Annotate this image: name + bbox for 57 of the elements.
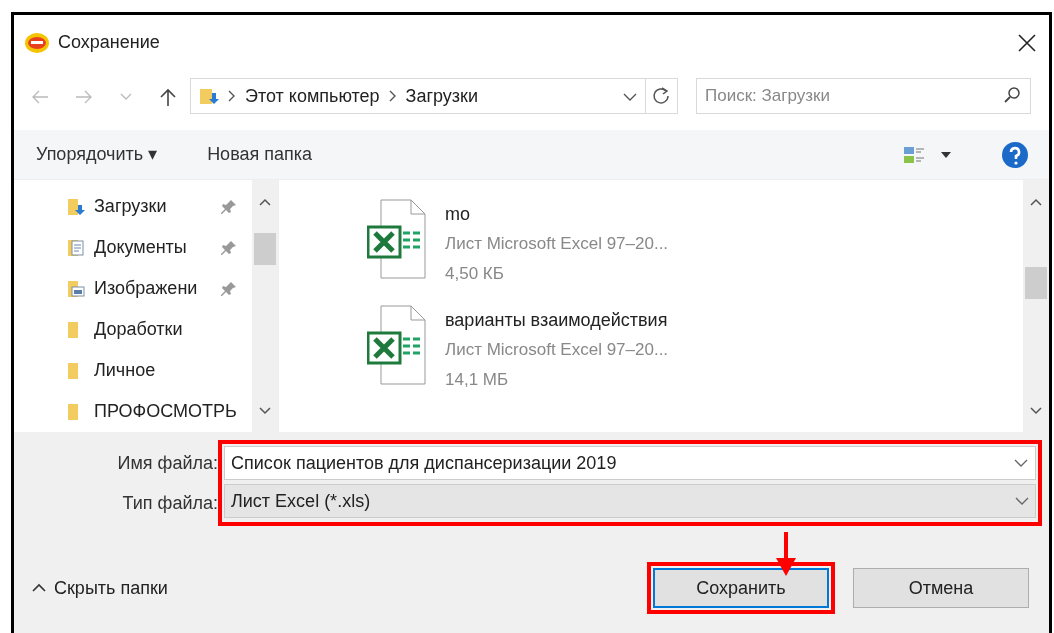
chevron-up-icon: [1030, 198, 1042, 207]
chevron-right-icon: [227, 89, 237, 103]
chevron-down-icon: [622, 91, 637, 102]
breadcrumb-item[interactable]: Загрузки: [405, 82, 479, 110]
chevron-right-icon: [387, 89, 398, 103]
spreadsheet-file-icon: [367, 199, 427, 279]
folder-icon: [68, 403, 78, 420]
help-button[interactable]: [1001, 140, 1029, 169]
chevron-up-icon: [259, 198, 271, 207]
chevron-up-icon: [32, 583, 46, 593]
hide-folders-button[interactable]: Скрыть папки: [26, 573, 174, 603]
help-icon: [1001, 140, 1029, 169]
folder-icon: [68, 362, 78, 379]
field-label: Имя файла:: [116, 452, 218, 475]
filename-field[interactable]: Список пациентов для диспансеризации 2019: [224, 446, 1036, 480]
cancel-button[interactable]: Отмена: [853, 568, 1029, 608]
chevron-down-icon: [259, 407, 271, 416]
dropdown-caret-icon: [941, 151, 951, 158]
sidebar-item[interactable]: Личное: [14, 350, 252, 391]
filetype-dropdown[interactable]: Лист Excel (*.xls): [224, 484, 1036, 518]
sidebar-item[interactable]: Документы: [14, 227, 252, 268]
close-button[interactable]: [1017, 31, 1037, 54]
sidebar-item[interactable]: Доработки: [14, 309, 252, 350]
folder-icon: [68, 321, 78, 338]
refresh-button[interactable]: [645, 78, 678, 114]
chevron-down-icon: [1014, 458, 1028, 468]
search-icon: [1003, 86, 1021, 104]
folder-download-icon: [199, 86, 219, 106]
up-arrow-icon: [158, 86, 178, 107]
chevron-down-icon: [1015, 496, 1029, 506]
scrollbar-thumb[interactable]: [1025, 267, 1047, 299]
close-icon: [1017, 33, 1037, 54]
folder-document-icon: [66, 237, 86, 258]
scrollbar[interactable]: [1023, 180, 1049, 432]
sidebar-item[interactable]: Изображени: [14, 268, 252, 309]
new-folder-button[interactable]: Новая папка: [207, 141, 313, 168]
refresh-icon: [652, 87, 671, 105]
view-options-button[interactable]: [903, 144, 951, 165]
window-title: Сохранение: [58, 31, 160, 54]
file-item[interactable]: mo Лист Microsoft Excel 97–20... 4,50 КБ: [279, 198, 675, 304]
search-field[interactable]: Поиск: Загрузки: [696, 78, 1031, 114]
view-list-icon: [903, 144, 925, 165]
breadcrumb-item[interactable]: Этот компьютер: [245, 82, 380, 110]
folder-picture-icon: [66, 278, 86, 299]
folder-download-icon: [66, 196, 86, 217]
scrollbar[interactable]: [252, 180, 278, 432]
sidebar-item[interactable]: ПРОФОСМОТРЬ: [14, 391, 252, 432]
arrow-icon: [774, 532, 798, 576]
file-item[interactable]: варианты взаимодействия Лист Microsoft Excel 97–20... 14,1 МБ: [279, 304, 675, 410]
app-logo-icon: [24, 31, 50, 54]
scrollbar-thumb[interactable]: [254, 233, 276, 265]
spreadsheet-file-icon: [367, 305, 427, 385]
organize-menu-button[interactable]: Упорядочить ▾: [36, 141, 158, 168]
field-label: Тип файла:: [121, 492, 218, 515]
sidebar-item[interactable]: Загрузки: [14, 186, 252, 227]
address-bar[interactable]: Этот компьютер Загрузки: [190, 78, 646, 114]
chevron-down-icon: [1030, 407, 1042, 416]
